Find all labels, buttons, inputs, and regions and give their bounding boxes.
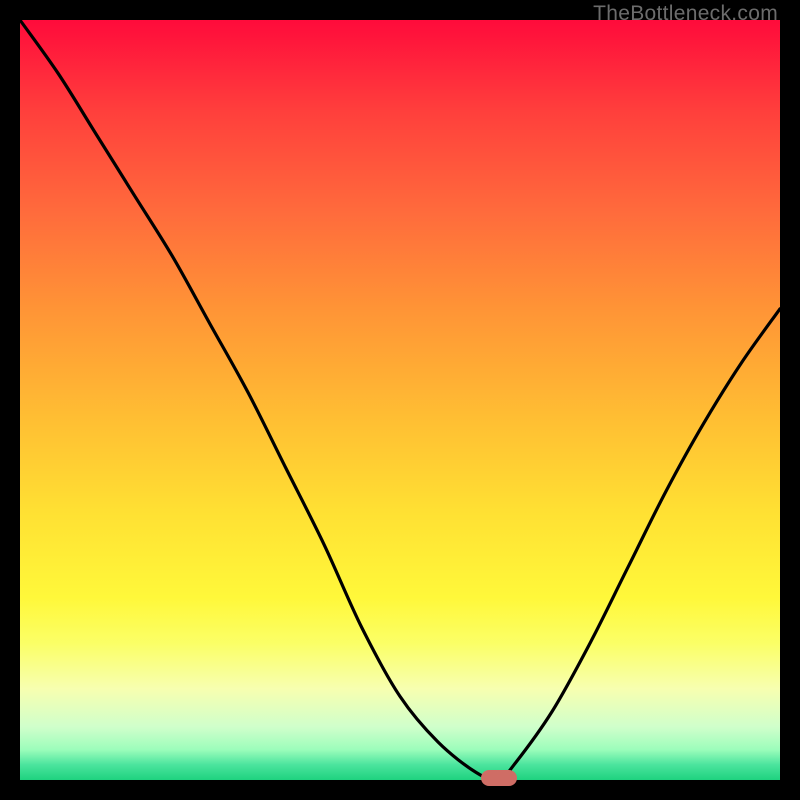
curve-path xyxy=(20,20,780,780)
bottleneck-curve xyxy=(20,20,780,780)
minimum-marker xyxy=(481,770,517,786)
